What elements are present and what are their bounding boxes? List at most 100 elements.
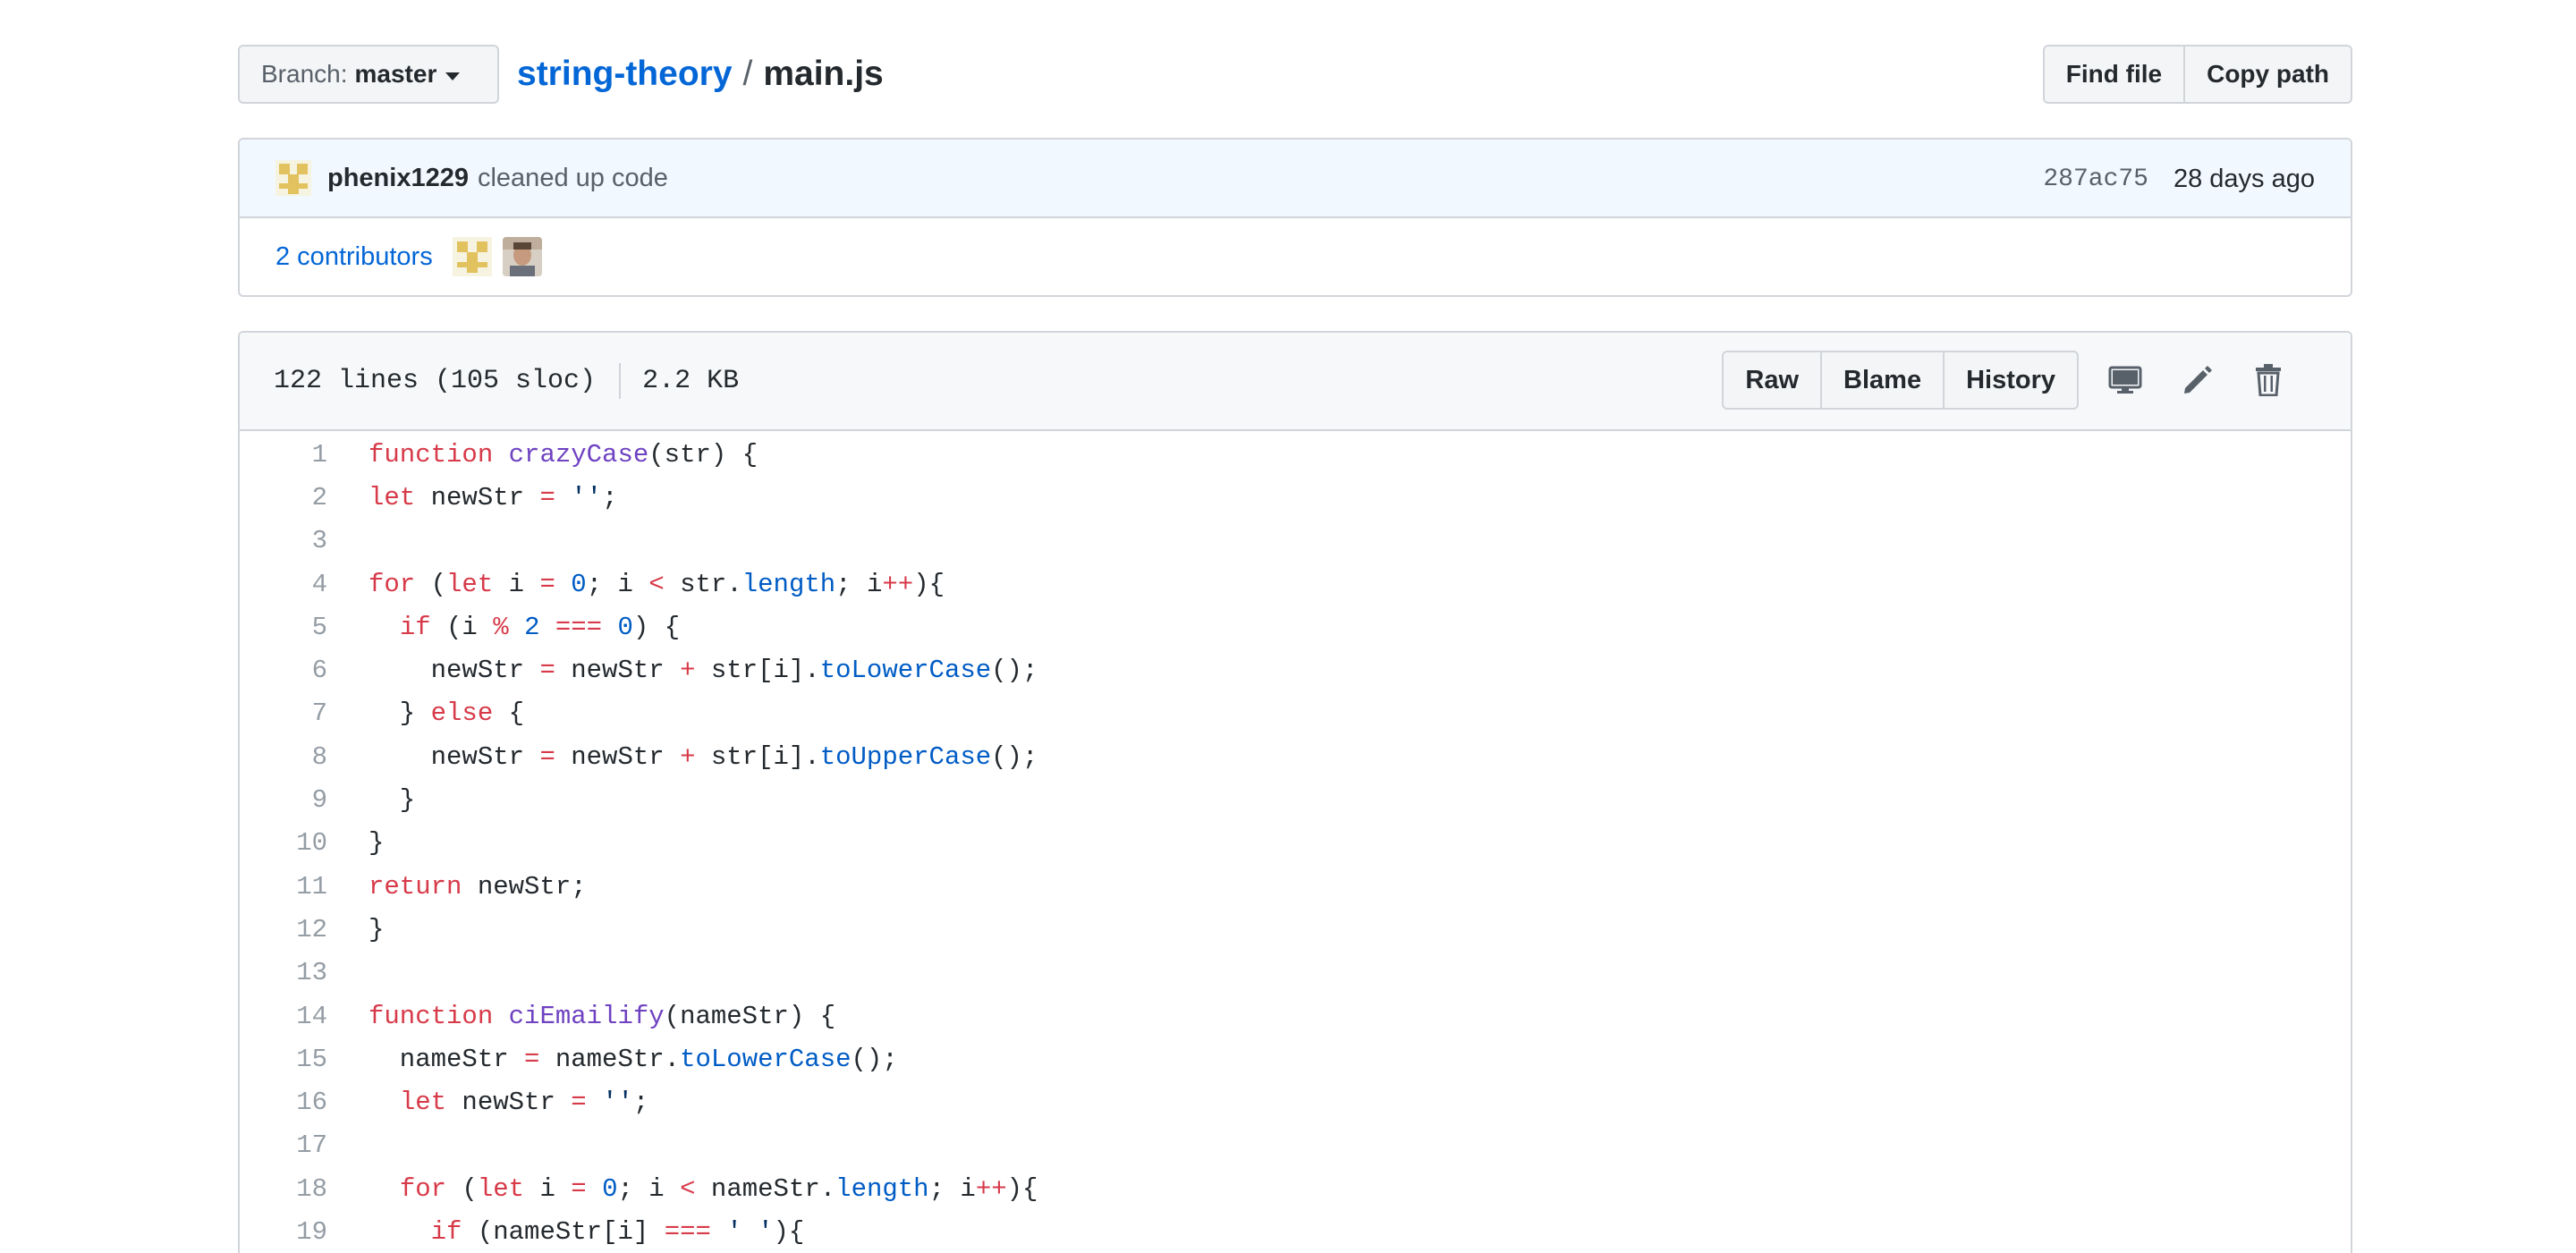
code-token: ; (602, 482, 618, 512)
commit-meta: 287ac75 28 days ago (2043, 140, 2315, 218)
line-number[interactable]: 1 (240, 440, 327, 470)
code-token: === (664, 1216, 711, 1247)
line-number[interactable]: 3 (240, 526, 327, 555)
code-token: function (369, 1001, 494, 1031)
line-code: newStr = newStr + str[i].toUpperCase(); (327, 742, 1038, 772)
line-number[interactable]: 2 (240, 483, 327, 512)
line-number[interactable]: 18 (240, 1174, 327, 1204)
line-number[interactable]: 8 (240, 742, 327, 772)
code-token: length (835, 1173, 929, 1204)
code-token: < (648, 569, 665, 599)
breadcrumb: string-theory / main.js (517, 52, 884, 97)
code-line: 8 newStr = newStr + str[i].toUpperCase()… (240, 735, 2351, 778)
line-number[interactable]: 13 (240, 958, 327, 987)
code-token: (i (430, 612, 494, 642)
code-token: newStr (369, 656, 540, 686)
line-number[interactable]: 10 (240, 828, 327, 858)
code-token: return (369, 871, 462, 902)
line-number[interactable]: 12 (240, 915, 327, 944)
code-token: ){ (1006, 1173, 1038, 1204)
desktop-icon (2108, 366, 2142, 394)
code-line: 16 let newStr = ''; (240, 1080, 2351, 1123)
code-token: = (539, 656, 555, 686)
code-token: (str) { (648, 439, 758, 470)
code-line: 2 let newStr = ''; (240, 476, 2351, 519)
code-token: < (680, 1173, 696, 1204)
code-token: } (369, 914, 385, 944)
code-token: ++ (882, 569, 914, 599)
code-token: === (555, 612, 603, 642)
line-number[interactable]: 4 (240, 570, 327, 599)
open-desktop-button[interactable] (2089, 351, 2161, 410)
author-avatar[interactable] (275, 160, 311, 196)
code-token: for (369, 569, 416, 599)
line-number[interactable]: 17 (240, 1130, 327, 1160)
code-token: ; i (928, 1173, 976, 1204)
code-token: nameStr. (695, 1173, 836, 1204)
code-line: 5 if (i % 2 === 0) { (240, 605, 2351, 648)
breadcrumb-file-name: main.js (763, 55, 884, 93)
code-token: str. (664, 569, 742, 599)
line-number[interactable]: 7 (240, 698, 327, 728)
line-number[interactable]: 6 (240, 656, 327, 685)
code-token: ( (415, 569, 447, 599)
code-token: (); (991, 741, 1038, 772)
file-header: 122 lines (105 sloc) 2.2 KB Raw Blame Hi… (240, 333, 2351, 431)
commit-sha-link[interactable]: 287ac75 (2043, 165, 2148, 193)
line-number[interactable]: 16 (240, 1088, 327, 1117)
code-token: toLowerCase (819, 656, 992, 686)
find-file-button[interactable]: Find file (2042, 45, 2186, 104)
line-code: let newStr = ''; (327, 1088, 648, 1117)
line-number[interactable]: 5 (240, 613, 327, 642)
line-code: } (327, 915, 384, 944)
line-code: newStr = newStr + str[i].toLowerCase(); (327, 656, 1038, 685)
branch-select-button[interactable]: Branch: master (238, 45, 499, 104)
commit-message-link[interactable]: cleaned up code (478, 164, 668, 193)
copy-path-button[interactable]: Copy path (2185, 45, 2352, 104)
code-line: 6 newStr = newStr + str[i].toLowerCase()… (240, 648, 2351, 691)
line-number[interactable]: 9 (240, 785, 327, 815)
raw-button[interactable]: Raw (1722, 351, 1823, 410)
code-token: toUpperCase (819, 741, 992, 772)
code-line: 13 (240, 952, 2351, 995)
history-button[interactable]: History (1945, 351, 2079, 410)
code-token: if (399, 612, 431, 642)
code-line: 3 (240, 520, 2351, 563)
code-token: (); (851, 1044, 898, 1074)
contributor-avatar[interactable] (452, 237, 492, 276)
code-token: ' ' (726, 1216, 774, 1247)
line-code: for (let i = 0; i < nameStr.length; i++)… (327, 1174, 1038, 1204)
caret-down-icon (445, 72, 461, 80)
line-code: function crazyCase(str) { (327, 440, 758, 470)
line-number[interactable]: 15 (240, 1045, 327, 1074)
code-token: + (680, 741, 696, 772)
breadcrumb-repo-link[interactable]: string-theory (517, 55, 733, 93)
blame-button[interactable]: Blame (1822, 351, 1945, 410)
line-code: if (i % 2 === 0) { (327, 613, 680, 642)
contributors-link[interactable]: 2 contributors (275, 242, 433, 272)
code-token: str[i]. (695, 656, 820, 686)
contributor-avatar[interactable] (502, 237, 542, 276)
code-token: newStr (555, 741, 681, 772)
code-token: let (477, 1173, 525, 1204)
line-number[interactable]: 19 (240, 1217, 327, 1247)
line-number[interactable]: 14 (240, 1002, 327, 1031)
edit-file-button[interactable] (2161, 351, 2233, 410)
file-navigation: Branch: master string-theory / main.js Fin… (238, 45, 2352, 104)
code-token: i (524, 1173, 572, 1204)
trash-icon (2256, 364, 2281, 396)
delete-file-button[interactable] (2233, 351, 2304, 410)
code-token: let (369, 482, 416, 512)
code-token: ; i (586, 569, 649, 599)
person-photo-icon (502, 237, 542, 276)
commit-author-link[interactable]: phenix1229 (327, 164, 469, 193)
code-line: 15 nameStr = nameStr.toLowerCase(); (240, 1037, 2351, 1080)
line-number[interactable]: 11 (240, 872, 327, 902)
code-token: newStr (369, 741, 540, 772)
